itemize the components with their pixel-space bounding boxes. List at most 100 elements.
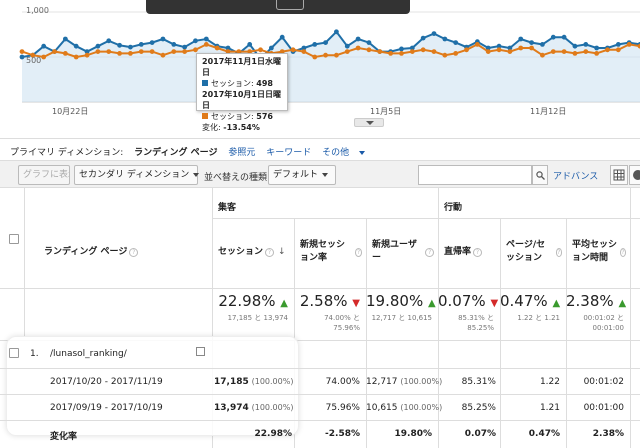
data-point[interactable] [312,54,318,60]
row-checkbox[interactable] [9,348,19,358]
data-point[interactable] [518,36,524,42]
data-point[interactable] [19,49,25,54]
data-point[interactable] [561,34,567,40]
data-point[interactable] [138,49,144,54]
data-point[interactable] [583,49,589,54]
chart-collapse-handle[interactable] [354,118,384,127]
data-point[interactable] [117,42,122,48]
data-point[interactable] [19,54,25,60]
table-view-button[interactable] [610,165,628,185]
data-point[interactable] [529,40,534,45]
data-point[interactable] [279,34,285,40]
data-point[interactable] [572,51,578,56]
col-header-bounce-rate[interactable]: 直帰率? [440,218,500,286]
data-point[interactable] [203,42,209,47]
data-point[interactable] [605,47,610,53]
data-point[interactable] [334,52,339,58]
plot-rows-button[interactable]: グラフに表示 [18,165,70,185]
data-point[interactable] [615,47,621,53]
data-point[interactable] [268,45,274,51]
dimension-source-link[interactable]: 参照元 [228,148,255,158]
data-point[interactable] [572,43,578,49]
data-point[interactable] [323,52,328,58]
pie-view-button[interactable] [629,165,640,185]
data-point[interactable] [420,47,426,53]
data-point[interactable] [355,45,361,51]
data-point[interactable] [138,42,144,47]
data-point[interactable] [366,40,372,45]
data-point[interactable] [583,42,589,47]
dimension-other-dropdown[interactable]: その他 [322,148,373,158]
data-point[interactable] [323,40,328,45]
data-point[interactable] [409,49,415,54]
data-point[interactable] [52,49,57,54]
data-point[interactable] [626,42,632,47]
data-point[interactable] [355,36,361,42]
data-point[interactable] [73,54,79,60]
data-point[interactable] [95,49,101,54]
external-link-icon[interactable] [196,347,205,356]
data-point[interactable] [550,49,556,54]
data-point[interactable] [615,42,621,47]
col-header-new-users[interactable]: 新規ユーザー? [368,218,438,286]
data-point[interactable] [193,47,198,53]
data-point[interactable] [561,49,567,54]
col-header-landing-page[interactable]: ランディング ページ? [40,218,210,286]
col-header-new-session-rate[interactable]: 新規セッション率? [296,218,366,286]
table-search-input[interactable] [418,165,532,185]
data-point[interactable] [128,44,133,50]
data-point[interactable] [344,49,350,54]
data-point[interactable] [193,38,198,44]
data-point[interactable] [171,42,177,47]
data-point[interactable] [442,52,448,58]
data-point[interactable] [550,34,556,40]
data-point[interactable] [388,51,394,56]
data-point[interactable] [431,31,437,36]
table-row[interactable]: 1. /lunasol_ranking/ [0,342,640,366]
data-point[interactable] [258,47,263,53]
col-header-sessions[interactable]: セッション? ↓ [214,218,294,286]
data-point[interactable] [431,49,437,54]
data-point[interactable] [540,52,545,58]
search-button[interactable] [532,165,548,185]
data-point[interactable] [171,49,177,54]
data-point[interactable] [464,47,469,53]
data-point[interactable] [214,45,220,51]
select-all-checkbox[interactable] [9,234,19,244]
data-point[interactable] [540,42,545,47]
data-point[interactable] [442,36,448,42]
data-point[interactable] [160,52,166,58]
data-point[interactable] [73,43,79,49]
secondary-dimension-dropdown[interactable]: セカンダリ ディメンション [74,165,200,185]
data-point[interactable] [453,40,459,45]
data-point[interactable] [377,49,383,54]
data-point[interactable] [496,47,502,53]
sort-type-dropdown[interactable]: デフォルト [268,165,336,185]
col-header-avg-session-duration[interactable]: 平均セッション時間? [568,218,630,286]
data-point[interactable] [529,45,534,51]
data-point[interactable] [518,45,524,51]
data-point[interactable] [160,36,166,42]
data-point[interactable] [149,49,155,54]
data-point[interactable] [182,49,188,54]
data-point[interactable] [312,42,318,47]
data-point[interactable] [290,47,296,53]
data-point[interactable] [41,54,47,60]
data-point[interactable] [203,36,209,42]
data-point[interactable] [41,43,47,49]
data-point[interactable] [182,44,188,50]
data-point[interactable] [62,36,68,42]
data-point[interactable] [95,43,101,49]
data-point[interactable] [399,51,404,56]
data-point[interactable] [301,49,307,54]
data-point[interactable] [507,49,513,54]
dimension-keyword-link[interactable]: キーワード [266,148,311,158]
data-point[interactable] [247,42,253,47]
data-point[interactable] [420,35,426,41]
data-point[interactable] [334,29,339,35]
data-point[interactable] [474,42,480,47]
data-point[interactable] [344,43,350,49]
landing-page-link[interactable]: /lunasol_ranking/ [50,349,127,359]
data-point[interactable] [128,51,133,56]
data-point[interactable] [117,51,122,56]
